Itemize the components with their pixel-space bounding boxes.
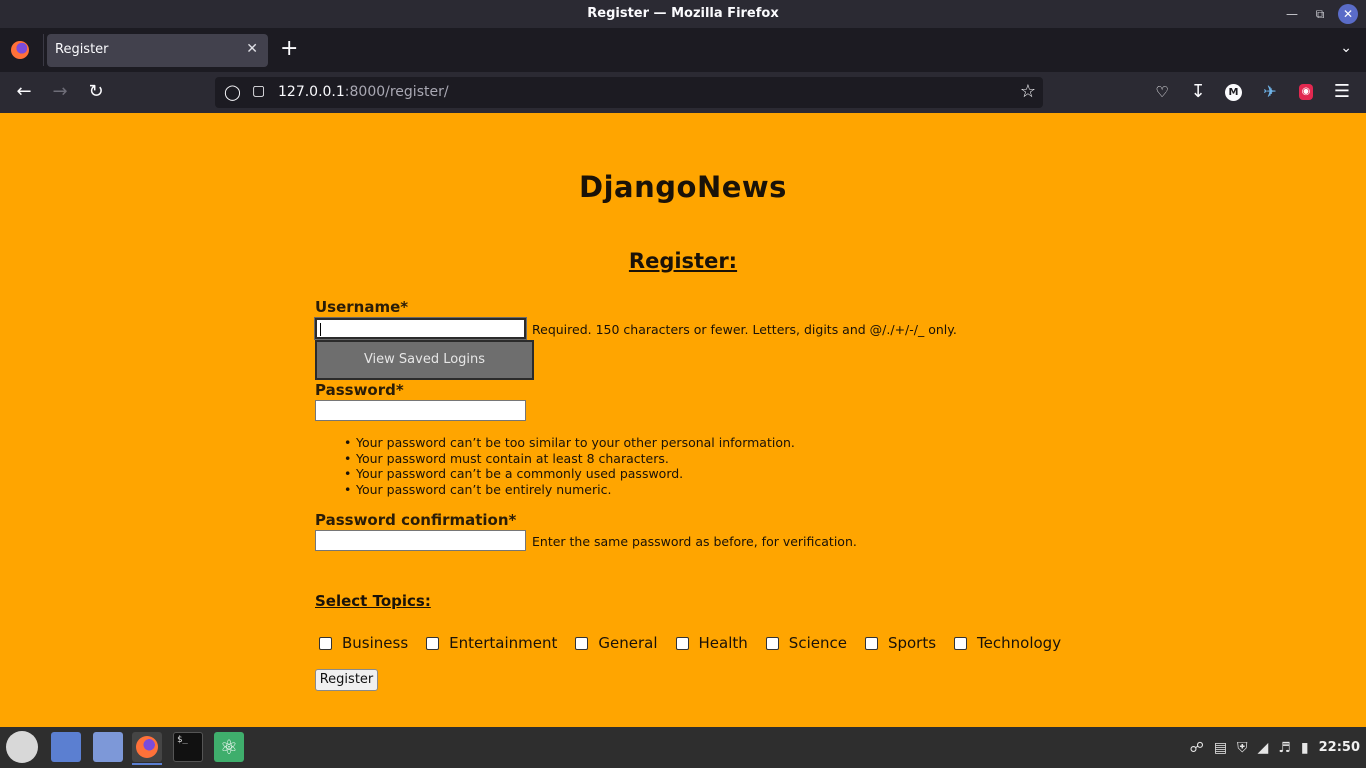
- app-menu-icon[interactable]: ☰: [1331, 81, 1353, 103]
- tab-separator: [43, 34, 44, 66]
- page-info-icon[interactable]: ▢: [252, 83, 265, 99]
- tracking-shield-icon[interactable]: ◯: [224, 83, 241, 101]
- topic-entertainment[interactable]: Entertainment: [426, 634, 557, 652]
- password-confirmation-help-text: Enter the same password as before, for v…: [532, 534, 857, 549]
- topic-label: Sports: [887, 634, 937, 652]
- minimize-icon[interactable]: —: [1282, 4, 1302, 24]
- firefox-logo-icon: [136, 736, 158, 758]
- forward-arrow-icon[interactable]: →: [49, 81, 71, 103]
- volume-icon[interactable]: ♬: [1278, 740, 1291, 756]
- checkbox[interactable]: [319, 636, 332, 650]
- list-item: Your password must contain at least 8 ch…: [344, 451, 795, 467]
- checkbox[interactable]: [954, 636, 968, 650]
- clipboard-icon[interactable]: ▤: [1214, 740, 1227, 756]
- view-saved-logins-button[interactable]: View Saved Logins: [315, 340, 534, 380]
- close-window-icon[interactable]: ✕: [1338, 4, 1358, 24]
- show-desktop-icon[interactable]: [51, 732, 81, 762]
- topic-technology[interactable]: Technology: [954, 634, 1061, 652]
- topics-heading: Select Topics:: [315, 592, 431, 610]
- wifi-icon[interactable]: ◢: [1258, 740, 1269, 756]
- active-indicator: [132, 763, 162, 765]
- window-title: Register — Mozilla Firefox: [587, 6, 779, 21]
- mint-menu-icon[interactable]: [6, 731, 38, 763]
- url-path: :8000/register/: [344, 84, 449, 100]
- checkbox[interactable]: [765, 636, 779, 650]
- url-text[interactable]: 127.0.0.1:8000/register/: [278, 84, 449, 100]
- topic-label: Entertainment: [449, 634, 558, 652]
- password-input[interactable]: [315, 400, 526, 421]
- terminal-icon[interactable]: $_: [173, 732, 203, 762]
- checkbox[interactable]: [864, 636, 878, 650]
- extension-m-icon[interactable]: M: [1225, 84, 1242, 101]
- files-folder-icon[interactable]: [93, 732, 123, 762]
- register-button[interactable]: Register: [315, 669, 378, 691]
- username-help-text: Required. 150 characters or fewer. Lette…: [532, 322, 957, 337]
- topics-checkbox-group: Business Entertainment General Health Sc…: [319, 634, 1079, 652]
- password-rules-list: Your password can’t be too similar to yo…: [344, 435, 795, 497]
- topic-label: Science: [788, 634, 847, 652]
- downloads-icon[interactable]: ↧: [1187, 81, 1209, 103]
- list-item: Your password can’t be a commonly used p…: [344, 466, 795, 482]
- topic-science[interactable]: Science: [765, 634, 847, 652]
- tab-strip: Register ✕ + ⌄: [0, 28, 1366, 72]
- site-title: DjangoNews: [579, 170, 787, 204]
- password-confirmation-input[interactable]: [315, 530, 526, 551]
- battery-icon[interactable]: ▮: [1301, 740, 1309, 756]
- username-label: Username*: [315, 298, 409, 316]
- pocket-icon[interactable]: ♡: [1151, 81, 1173, 103]
- list-item: Your password can’t be too similar to yo…: [344, 435, 795, 451]
- checkbox[interactable]: [675, 636, 689, 650]
- topic-label: Health: [698, 634, 748, 652]
- firefox-taskbar-icon[interactable]: [132, 732, 162, 765]
- text-caret: [320, 323, 321, 336]
- clock[interactable]: 22:50: [1319, 740, 1360, 755]
- topic-health[interactable]: Health: [675, 634, 748, 652]
- reload-icon[interactable]: ↻: [85, 81, 107, 103]
- topic-label: General: [598, 634, 658, 652]
- back-arrow-icon[interactable]: ←: [13, 81, 35, 103]
- password-confirmation-label: Password confirmation*: [315, 511, 517, 529]
- form-heading: Register:: [628, 249, 738, 273]
- page-content: DjangoNews Register: Username* Required.…: [0, 113, 1366, 727]
- topic-business[interactable]: Business: [319, 634, 408, 652]
- navigation-toolbar: ← → ↻ ◯ ▢ 127.0.0.1:8000/register/ ☆ ♡ ↧…: [0, 72, 1366, 113]
- firefox-logo-icon[interactable]: [11, 41, 29, 59]
- topic-label: Technology: [977, 634, 1062, 652]
- new-tab-icon[interactable]: +: [280, 37, 298, 61]
- maximize-icon[interactable]: ⧉: [1310, 4, 1330, 24]
- shield-icon[interactable]: ⛨: [1237, 740, 1248, 756]
- checkbox[interactable]: [575, 636, 589, 650]
- atom-editor-icon[interactable]: ⚛: [214, 732, 244, 762]
- checkbox[interactable]: [426, 636, 440, 650]
- password-label: Password*: [315, 381, 404, 399]
- bookmark-star-icon[interactable]: ☆: [1020, 81, 1036, 102]
- url-bar[interactable]: ◯ ▢ 127.0.0.1:8000/register/ ☆: [215, 77, 1043, 108]
- taskbar: $_ ⚛ ☍ ▤ ⛨ ◢ ♬ ▮ 22:50: [0, 727, 1366, 768]
- list-all-tabs-icon[interactable]: ⌄: [1340, 40, 1352, 56]
- extension-lock-icon[interactable]: ◉: [1299, 84, 1313, 100]
- close-tab-icon[interactable]: ✕: [246, 41, 258, 57]
- url-host: 127.0.0.1: [278, 84, 345, 100]
- list-item: Your password can’t be entirely numeric.: [344, 482, 795, 498]
- topic-general[interactable]: General: [575, 634, 658, 652]
- tab-title: Register: [55, 42, 109, 57]
- topic-label: Business: [342, 634, 409, 652]
- tab-register[interactable]: Register ✕: [47, 34, 268, 67]
- window-titlebar: Register — Mozilla Firefox — ⧉ ✕: [0, 0, 1366, 28]
- system-tray: ☍ ▤ ⛨ ◢ ♬ ▮ 22:50: [1190, 727, 1366, 768]
- bluetooth-icon[interactable]: ☍: [1190, 740, 1204, 756]
- topic-sports[interactable]: Sports: [864, 634, 937, 652]
- extension-plane-icon[interactable]: ✈: [1259, 81, 1281, 103]
- username-input[interactable]: [314, 317, 527, 340]
